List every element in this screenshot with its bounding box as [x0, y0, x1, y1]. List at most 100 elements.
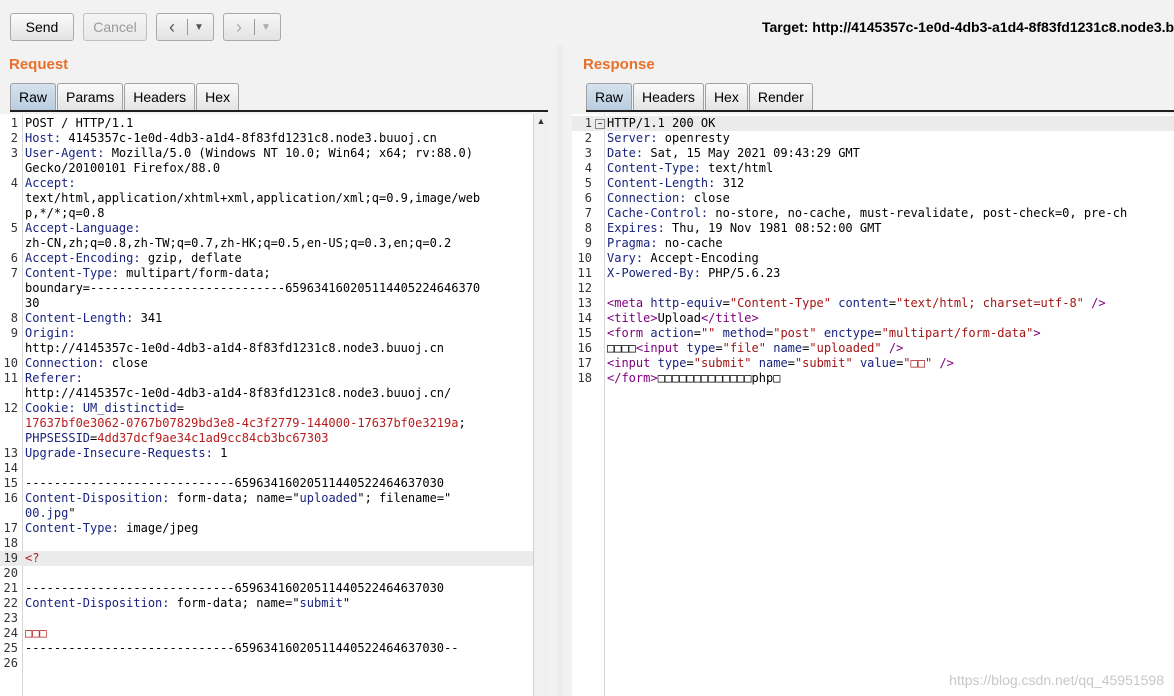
scroll-up-icon[interactable]: ▲: [534, 114, 548, 128]
code-line[interactable]: text/html,application/xhtml+xml,applicat…: [0, 191, 534, 206]
tab-hex[interactable]: Hex: [196, 83, 240, 110]
code-line[interactable]: 4 Accept:: [0, 176, 534, 191]
token: =: [787, 356, 795, 370]
code-line[interactable]: 7 Cache-Control: no-store, no-cache, must…: [572, 206, 1174, 221]
tab-headers[interactable]: Headers: [633, 83, 704, 110]
line-text: <form action="" method="post" enctype="m…: [607, 326, 1041, 341]
cancel-button[interactable]: Cancel: [83, 13, 147, 41]
tab-raw[interactable]: Raw: [10, 83, 57, 110]
line-number: 21: [3, 581, 18, 595]
code-line[interactable]: 6 Connection: close: [572, 191, 1174, 206]
code-line[interactable]: 17 Content-Type: image/jpeg: [0, 521, 534, 536]
code-line[interactable]: 12: [572, 281, 1174, 296]
code-line[interactable]: 24 □□□: [0, 626, 534, 641]
request-editor[interactable]: 1 POST / HTTP/1.1 2 Host: 4145357c-1e0d-4db…: [0, 114, 534, 696]
code-line[interactable]: 16 Content-Disposition: form-data; name="…: [0, 491, 534, 506]
code-line[interactable]: 30: [0, 296, 534, 311]
tab-headers[interactable]: Headers: [124, 83, 196, 110]
code-line[interactable]: 2 Host: 4145357c-1e0d-4db3-a1d4-8f83fd123…: [0, 131, 534, 146]
line-text: Content-Length: 341: [25, 311, 162, 326]
forward-button[interactable]: › ▼: [223, 13, 281, 41]
fold-icon[interactable]: −: [595, 119, 605, 129]
code-line[interactable]: 9 Origin:: [0, 326, 534, 341]
code-line[interactable]: 9 Pragma: no-cache: [572, 236, 1174, 251]
code-line[interactable]: 23: [0, 611, 534, 626]
request-scrollbar[interactable]: ▲: [533, 114, 548, 696]
back-button[interactable]: ‹ ▼: [156, 13, 214, 41]
dropdown-arrow-icon[interactable]: ▼: [255, 22, 277, 33]
tab-hex[interactable]: Hex: [704, 83, 748, 110]
tab-params[interactable]: Params: [57, 83, 124, 110]
token: Content-Type:: [25, 266, 119, 280]
token: Accept-Language:: [25, 221, 141, 235]
code-line[interactable]: 5 Content-Length: 312: [572, 176, 1174, 191]
token: <form: [607, 326, 644, 340]
code-area[interactable]: 1− HTTP/1.1 200 OK 2 Server: openresty 3 Date…: [572, 116, 1174, 386]
line-text: Content-Type: multipart/form-data;: [25, 266, 271, 281]
code-line[interactable]: 8 Expires: Thu, 19 Nov 1981 08:52:00 GMT: [572, 221, 1174, 236]
code-line[interactable]: 19 <?: [0, 551, 534, 566]
code-line[interactable]: p,*/*;q=0.8: [0, 206, 534, 221]
code-line[interactable]: 00.jpg": [0, 506, 534, 521]
code-line[interactable]: http://4145357c-1e0d-4db3-a1d4-8f83fd123…: [0, 386, 534, 401]
code-line[interactable]: 17637bf0e3062-0767b07829bd3e8-4c3f2779-1…: [0, 416, 534, 431]
code-line[interactable]: 3 User-Agent: Mozilla/5.0 (Windows NT 10.…: [0, 146, 534, 161]
token: Content-Type:: [607, 161, 701, 175]
code-line[interactable]: 10 Vary: Accept-Encoding: [572, 251, 1174, 266]
code-line[interactable]: 18 </form>□□□□□□□□□□□□□php□: [572, 371, 1174, 386]
target-label[interactable]: Target: http://4145357c-1e0d-4db3-a1d4-8…: [762, 19, 1174, 35]
line-text: -----------------------------65963416020…: [25, 641, 458, 656]
pane-divider[interactable]: [557, 46, 563, 696]
code-line[interactable]: 13 Upgrade-Insecure-Requests: 1: [0, 446, 534, 461]
code-line[interactable]: 22 Content-Disposition: form-data; name="…: [0, 596, 534, 611]
code-line[interactable]: 11 X-Powered-By: PHP/5.6.23: [572, 266, 1174, 281]
token: <?: [25, 551, 40, 565]
code-line[interactable]: 3 Date: Sat, 15 May 2021 09:43:29 GMT: [572, 146, 1174, 161]
code-line[interactable]: 20: [0, 566, 534, 581]
code-line[interactable]: 12 Cookie: UM_distinctid=: [0, 401, 534, 416]
code-line[interactable]: 25 -----------------------------659634160…: [0, 641, 534, 656]
code-line[interactable]: 18: [0, 536, 534, 551]
line-number: 23: [3, 611, 18, 625]
token: User-Agent:: [25, 146, 105, 160]
code-line[interactable]: 1− HTTP/1.1 200 OK: [572, 116, 1174, 131]
code-line[interactable]: 14 <title>Upload</title>: [572, 311, 1174, 326]
code-line[interactable]: 15 -----------------------------659634160…: [0, 476, 534, 491]
line-number: 5: [584, 176, 592, 190]
token: </form>: [607, 371, 658, 385]
code-line[interactable]: PHPSESSID=4dd37dcf9ae34c1ad9cc84cb3bc673…: [0, 431, 534, 446]
dropdown-arrow-icon[interactable]: ▼: [188, 22, 210, 33]
code-line[interactable]: 14: [0, 461, 534, 476]
line-number: 2: [584, 131, 592, 145]
code-line[interactable]: 2 Server: openresty: [572, 131, 1174, 146]
code-line[interactable]: 17 <input type="submit" name="submit" val…: [572, 356, 1174, 371]
code-line[interactable]: 8 Content-Length: 341: [0, 311, 534, 326]
token: type: [657, 356, 687, 370]
line-text: boundary=---------------------------6596…: [25, 281, 480, 296]
token: "text/html; charset=utf-8": [896, 296, 1084, 310]
code-line[interactable]: boundary=---------------------------6596…: [0, 281, 534, 296]
code-line[interactable]: 1 POST / HTTP/1.1: [0, 116, 534, 131]
code-line[interactable]: 5 Accept-Language:: [0, 221, 534, 236]
tab-render[interactable]: Render: [748, 83, 813, 110]
code-line[interactable]: 10 Connection: close: [0, 356, 534, 371]
code-line[interactable]: http://4145357c-1e0d-4db3-a1d4-8f83fd123…: [0, 341, 534, 356]
token: Cookie:: [25, 401, 76, 415]
token: "submit": [794, 356, 853, 370]
response-editor[interactable]: 1− HTTP/1.1 200 OK 2 Server: openresty 3 Date…: [572, 114, 1174, 696]
code-line[interactable]: 4 Content-Type: text/html: [572, 161, 1174, 176]
code-line[interactable]: 21 -----------------------------659634160…: [0, 581, 534, 596]
tab-raw[interactable]: Raw: [586, 83, 633, 110]
code-line[interactable]: 7 Content-Type: multipart/form-data;: [0, 266, 534, 281]
code-line[interactable]: zh-CN,zh;q=0.8,zh-TW;q=0.7,zh-HK;q=0.5,e…: [0, 236, 534, 251]
code-line[interactable]: 26: [0, 656, 534, 671]
code-line[interactable]: Gecko/20100101 Firefox/88.0: [0, 161, 534, 176]
code-area[interactable]: 1 POST / HTTP/1.1 2 Host: 4145357c-1e0d-4db…: [0, 116, 534, 671]
code-line[interactable]: 16 □□□□<input type="file" name="uploaded"…: [572, 341, 1174, 356]
send-button[interactable]: Send: [10, 13, 74, 41]
code-line[interactable]: 11 Referer:: [0, 371, 534, 386]
code-line[interactable]: 15 <form action="" method="post" enctype=…: [572, 326, 1174, 341]
code-line[interactable]: 6 Accept-Encoding: gzip, deflate: [0, 251, 534, 266]
code-line[interactable]: 13 <meta http-equiv="Content-Type" conten…: [572, 296, 1174, 311]
